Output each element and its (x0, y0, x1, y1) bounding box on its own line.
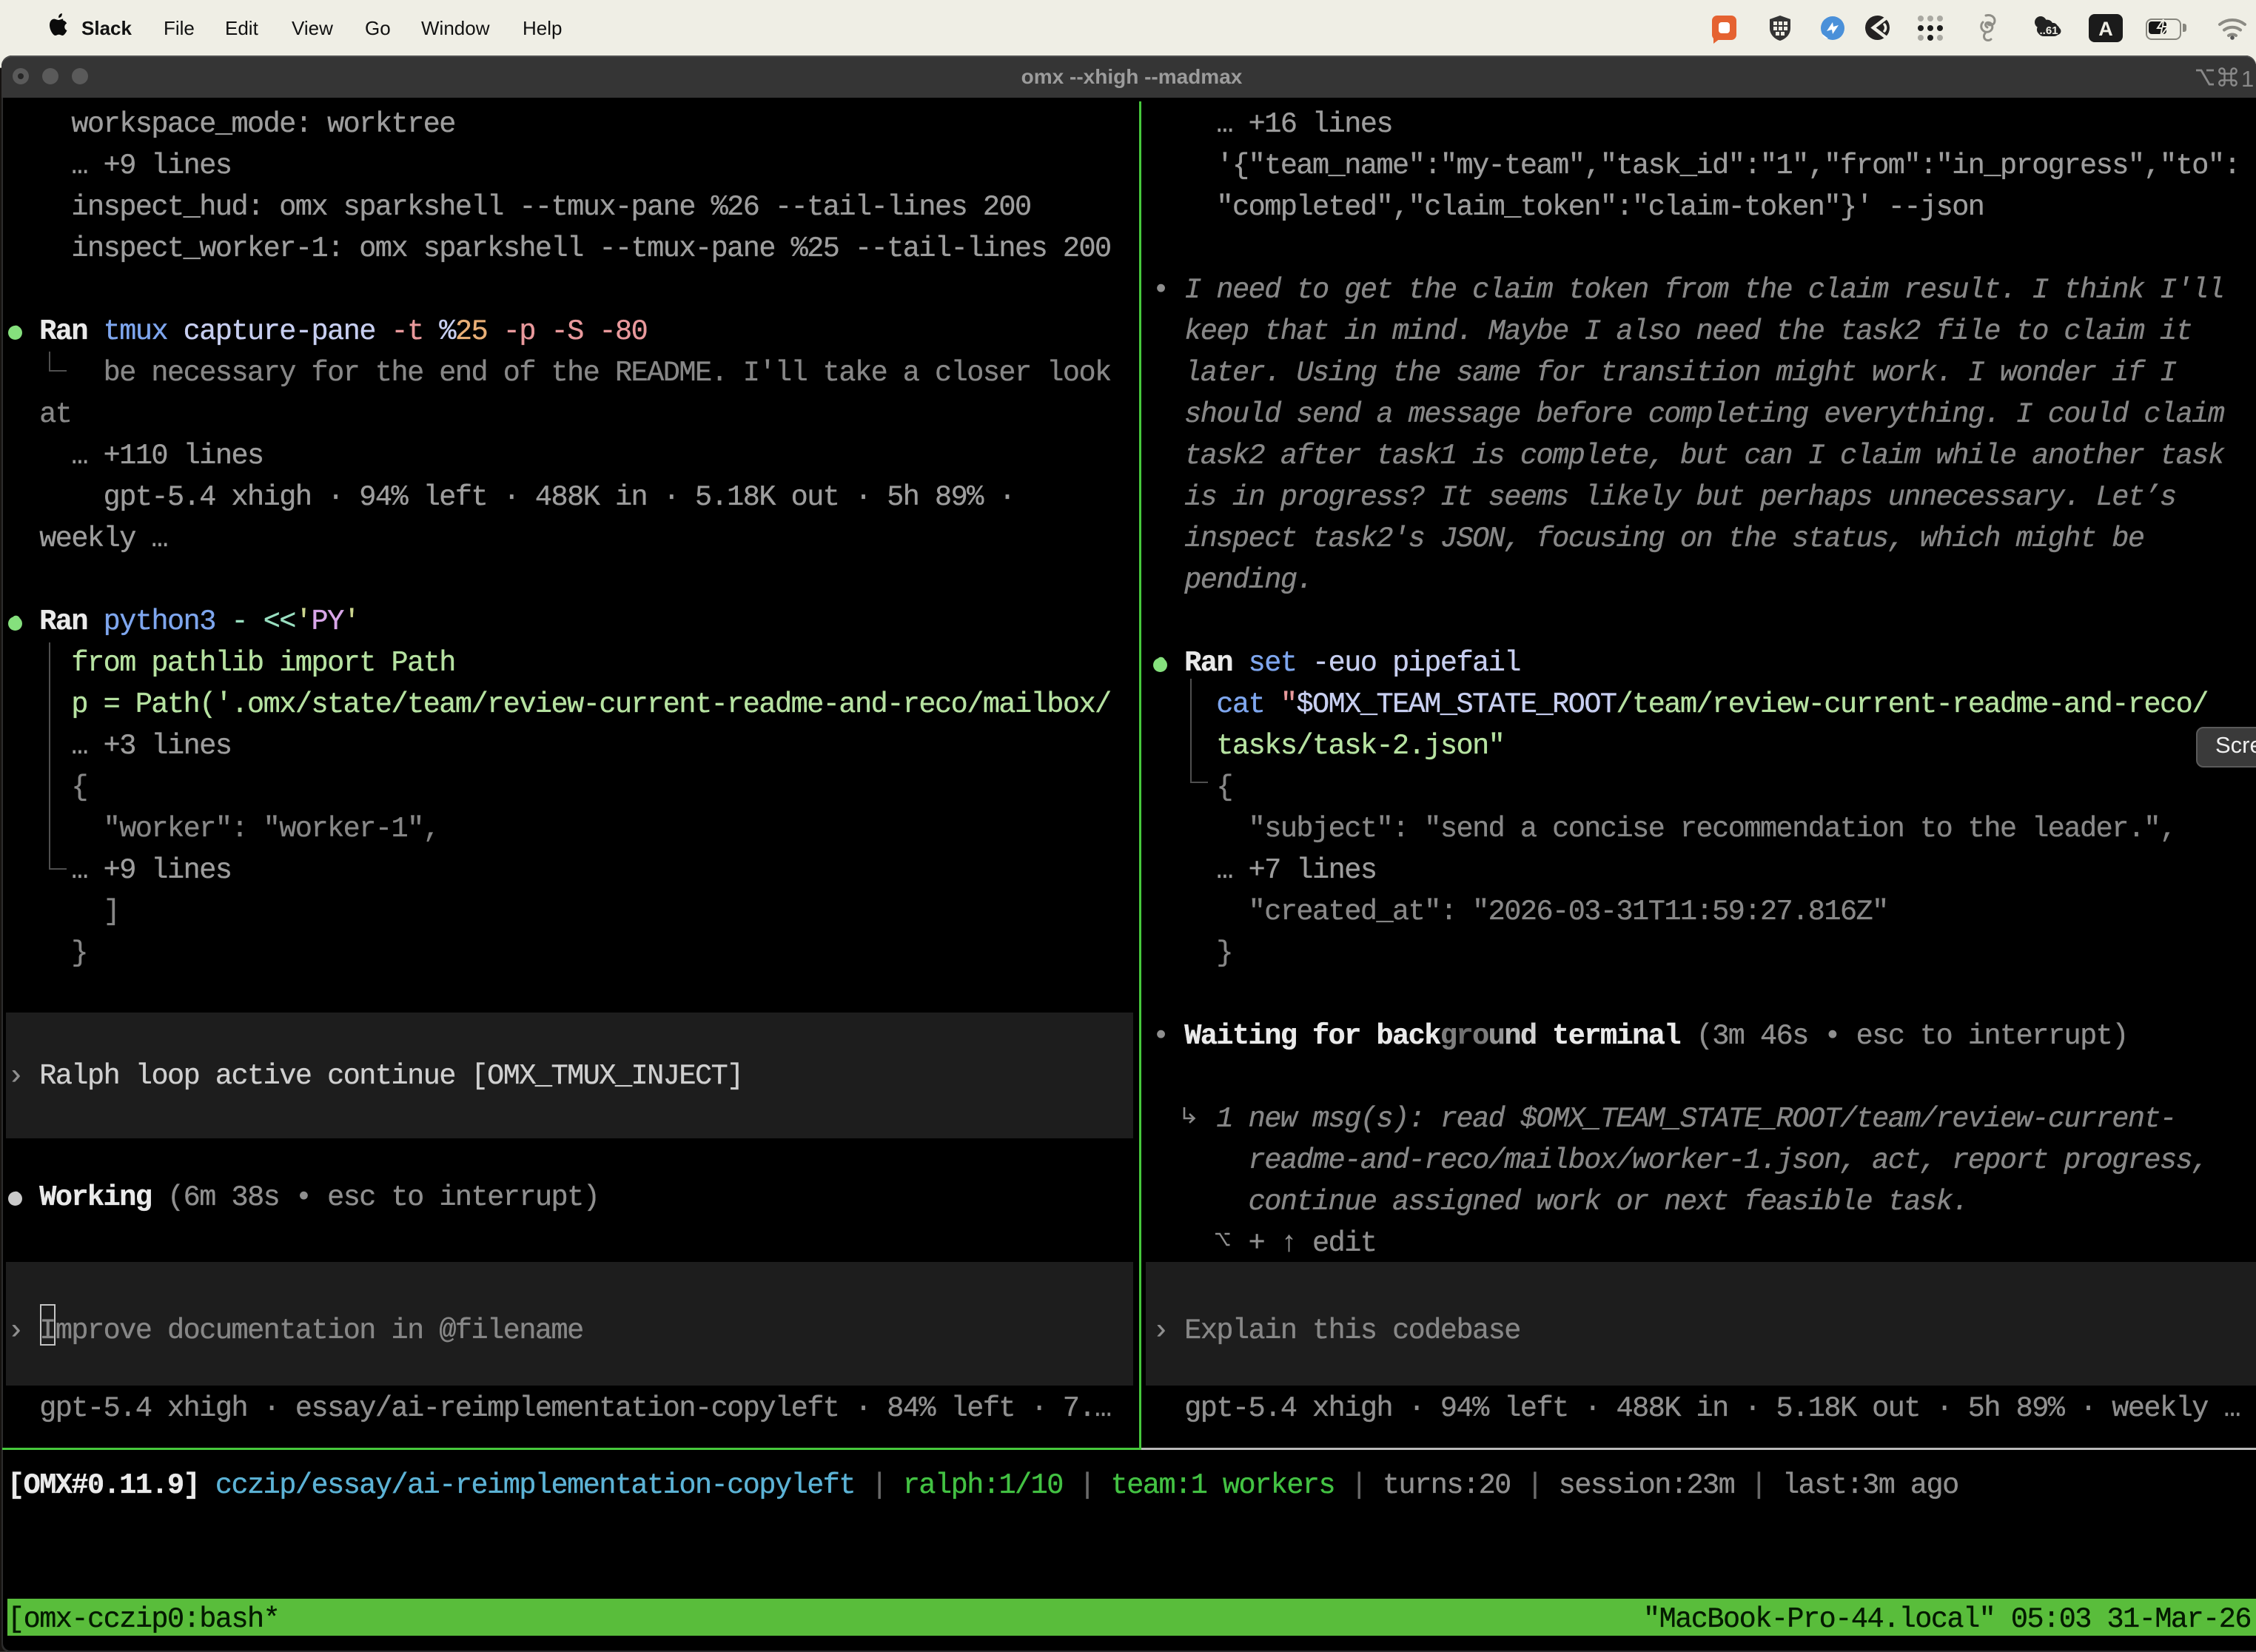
svg-text:..61: ..61 (2039, 24, 2058, 37)
